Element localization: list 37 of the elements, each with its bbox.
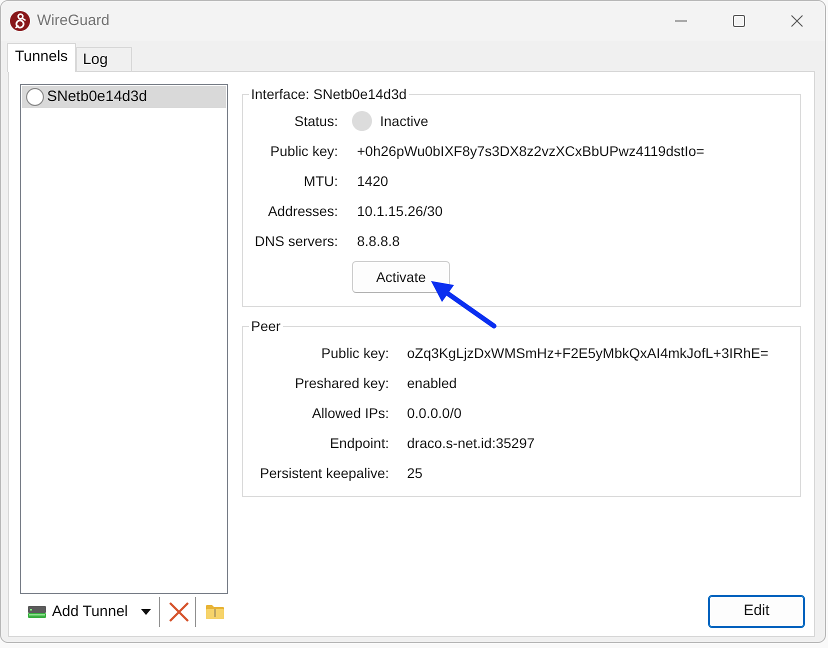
field-value: 8.8.8.8	[357, 232, 400, 251]
field-value: 0.0.0.0/0	[407, 404, 462, 423]
activate-button[interactable]: Activate	[352, 261, 450, 293]
tunnel-list-item[interactable]: SNetb0e14d3d	[22, 86, 226, 108]
field-label: Public key:	[321, 344, 389, 363]
field-label: Preshared key:	[294, 374, 389, 393]
field-value: 25	[407, 464, 423, 483]
panel-title: Interface: SNetb0e14d3d	[250, 85, 408, 104]
field-label: DNS servers:	[254, 232, 338, 251]
edit-button[interactable]: Edit	[708, 595, 805, 628]
tab[interactable]: Tunnels	[7, 43, 76, 72]
caret-icon[interactable]	[140, 609, 151, 615]
maximize-icon[interactable]	[733, 15, 745, 27]
field-value: +0h26pWu0bIXF8y7s3DX8z2vzXCxBbUPwz4119dstIo=	[357, 142, 704, 161]
field-label: Allowed IPs:	[312, 404, 389, 423]
minimize-icon[interactable]	[675, 20, 687, 22]
field-label: Persistent keepalive:	[260, 464, 389, 483]
field-label: Status:	[294, 112, 338, 131]
field-value: oZq3KgLjzDxWMSmHz+F2E5yMbkQxAI4mkJofL+3IRhE=	[407, 344, 768, 363]
cross-icon[interactable]	[168, 602, 189, 622]
field-label: Public key:	[270, 142, 338, 161]
field-value: enabled	[407, 374, 457, 393]
field-label: Addresses:	[268, 202, 338, 221]
window-title: WireGuard	[37, 10, 110, 31]
field-label: Endpoint:	[330, 434, 389, 453]
drive-icon	[28, 606, 46, 618]
field-value: 10.1.15.26/30	[357, 202, 443, 221]
field-value: draco.s-net.id:35297	[407, 434, 535, 453]
close-icon[interactable]	[791, 15, 803, 27]
tab[interactable]: Log	[76, 47, 132, 71]
add-tunnel-button[interactable]: Add Tunnel	[20, 598, 128, 626]
field-label: MTU:	[304, 172, 338, 191]
field-value: 1420	[357, 172, 388, 191]
status-text: Inactive	[380, 112, 428, 131]
folder-icon[interactable]	[206, 605, 224, 619]
panel-title: Peer	[250, 317, 282, 336]
logo-icon	[10, 11, 30, 31]
